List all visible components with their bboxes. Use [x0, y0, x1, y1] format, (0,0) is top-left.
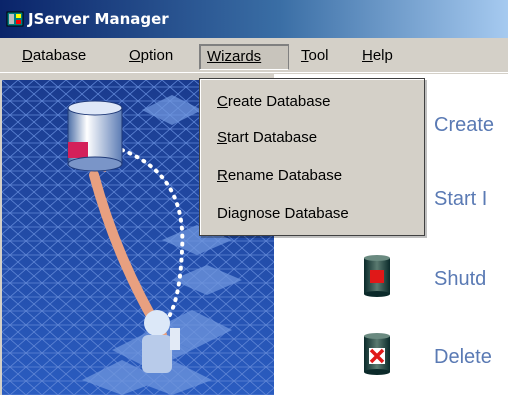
rename-database-label: ename Database [227, 167, 343, 184]
menu-item-create-database[interactable]: Create Database [217, 93, 330, 110]
create-database-mnemonic: C [217, 93, 228, 110]
menu-tool-label: ool [308, 47, 329, 64]
menu-database-label: atabase [32, 47, 87, 64]
menu-wizards-mnemonic: W [207, 48, 222, 65]
database-cylinder-icon [67, 100, 123, 172]
menu-option-mnemonic: O [129, 47, 141, 64]
app-icon [6, 11, 24, 27]
menu-item-diagnose-database[interactable]: Diagnose Database [217, 205, 349, 222]
start-database-label: tart Database [227, 129, 318, 146]
create-action-label[interactable]: Create [434, 114, 494, 137]
menu-item-start-database[interactable]: Start Database [217, 129, 317, 146]
window-title: JServer Manager [28, 10, 169, 28]
menu-wizards[interactable]: Wizards [199, 44, 289, 70]
rename-database-mnemonic: R [217, 167, 228, 184]
menu-help-mnemonic: H [362, 47, 373, 64]
diagnose-database-prefix: Dia [217, 205, 240, 222]
menu-database-mnemonic: D [22, 47, 33, 64]
delete-action-label[interactable]: Delete [434, 346, 492, 369]
menu-help-label: elp [372, 47, 393, 64]
create-database-label: reate Database [227, 93, 331, 110]
menu-item-rename-database[interactable]: Rename Database [217, 167, 342, 184]
menu-bar: Database Option Wizards Tool Help [0, 38, 508, 73]
menu-wizards-label: izards [221, 48, 262, 65]
delete-database-icon[interactable] [362, 332, 392, 376]
start-action-label[interactable]: Start I [434, 188, 487, 211]
title-bar: JServer Manager [0, 0, 508, 38]
start-database-mnemonic: S [217, 129, 228, 146]
shutdown-action-label[interactable]: Shutd [434, 268, 486, 291]
menu-option[interactable]: Option [122, 44, 180, 70]
menu-tool[interactable]: Tool [294, 44, 336, 70]
diagnose-database-mnemonic: g [239, 205, 248, 222]
wizards-dropdown-menu: Create Database Start Database Rename Da… [199, 78, 425, 236]
menu-tool-mnemonic: T [301, 47, 309, 64]
menu-database[interactable]: Database [15, 44, 93, 70]
diagnose-database-label: nose Database [247, 205, 349, 222]
shutdown-database-icon[interactable] [362, 254, 392, 298]
menu-help[interactable]: Help [355, 44, 400, 70]
menu-option-label: ption [140, 47, 174, 64]
